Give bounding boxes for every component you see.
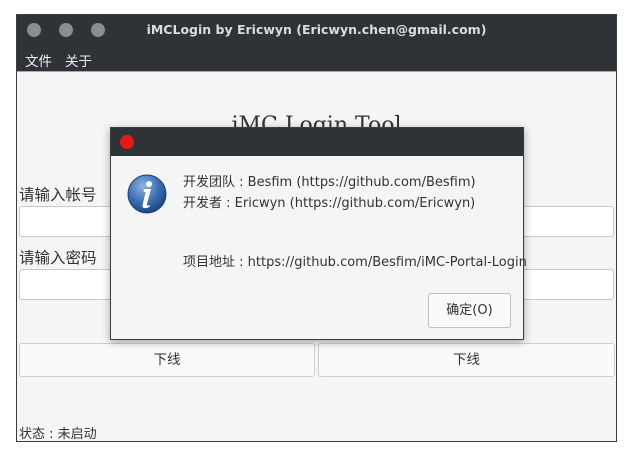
ok-button[interactable]: 确定(O) <box>428 293 511 328</box>
dialog-team-line: 开发团队 : Besfim (https://github.com/Besfim… <box>183 175 476 190</box>
dialog-close-button[interactable] <box>120 135 134 149</box>
offline-button-right[interactable]: 下线 <box>318 343 615 377</box>
menubar: 文件 关于 <box>17 45 616 72</box>
info-icon <box>127 174 167 214</box>
window-titlebar[interactable]: iMCLogin by Ericwyn (Ericwyn.chen@gmail.… <box>17 15 616 45</box>
window-title: iMCLogin by Ericwyn (Ericwyn.chen@gmail.… <box>146 22 487 37</box>
menu-file[interactable]: 文件 <box>25 50 52 70</box>
account-label: 请输入帐号 <box>19 186 97 204</box>
dialog-developer-line: 开发者 : Ericwyn (https://github.com/Ericwy… <box>183 196 476 211</box>
dialog-project-line: 项目地址 : https://github.com/Besfim/iMC-Por… <box>183 255 527 270</box>
password-label: 请输入密码 <box>19 249 97 267</box>
offline-button-left[interactable]: 下线 <box>19 343 315 377</box>
dialog-titlebar[interactable] <box>111 128 523 156</box>
status-text: 状态 : 未启动 <box>19 427 97 442</box>
menu-about[interactable]: 关于 <box>65 50 92 70</box>
about-dialog: 开发团队 : Besfim (https://github.com/Besfim… <box>110 127 527 340</box>
